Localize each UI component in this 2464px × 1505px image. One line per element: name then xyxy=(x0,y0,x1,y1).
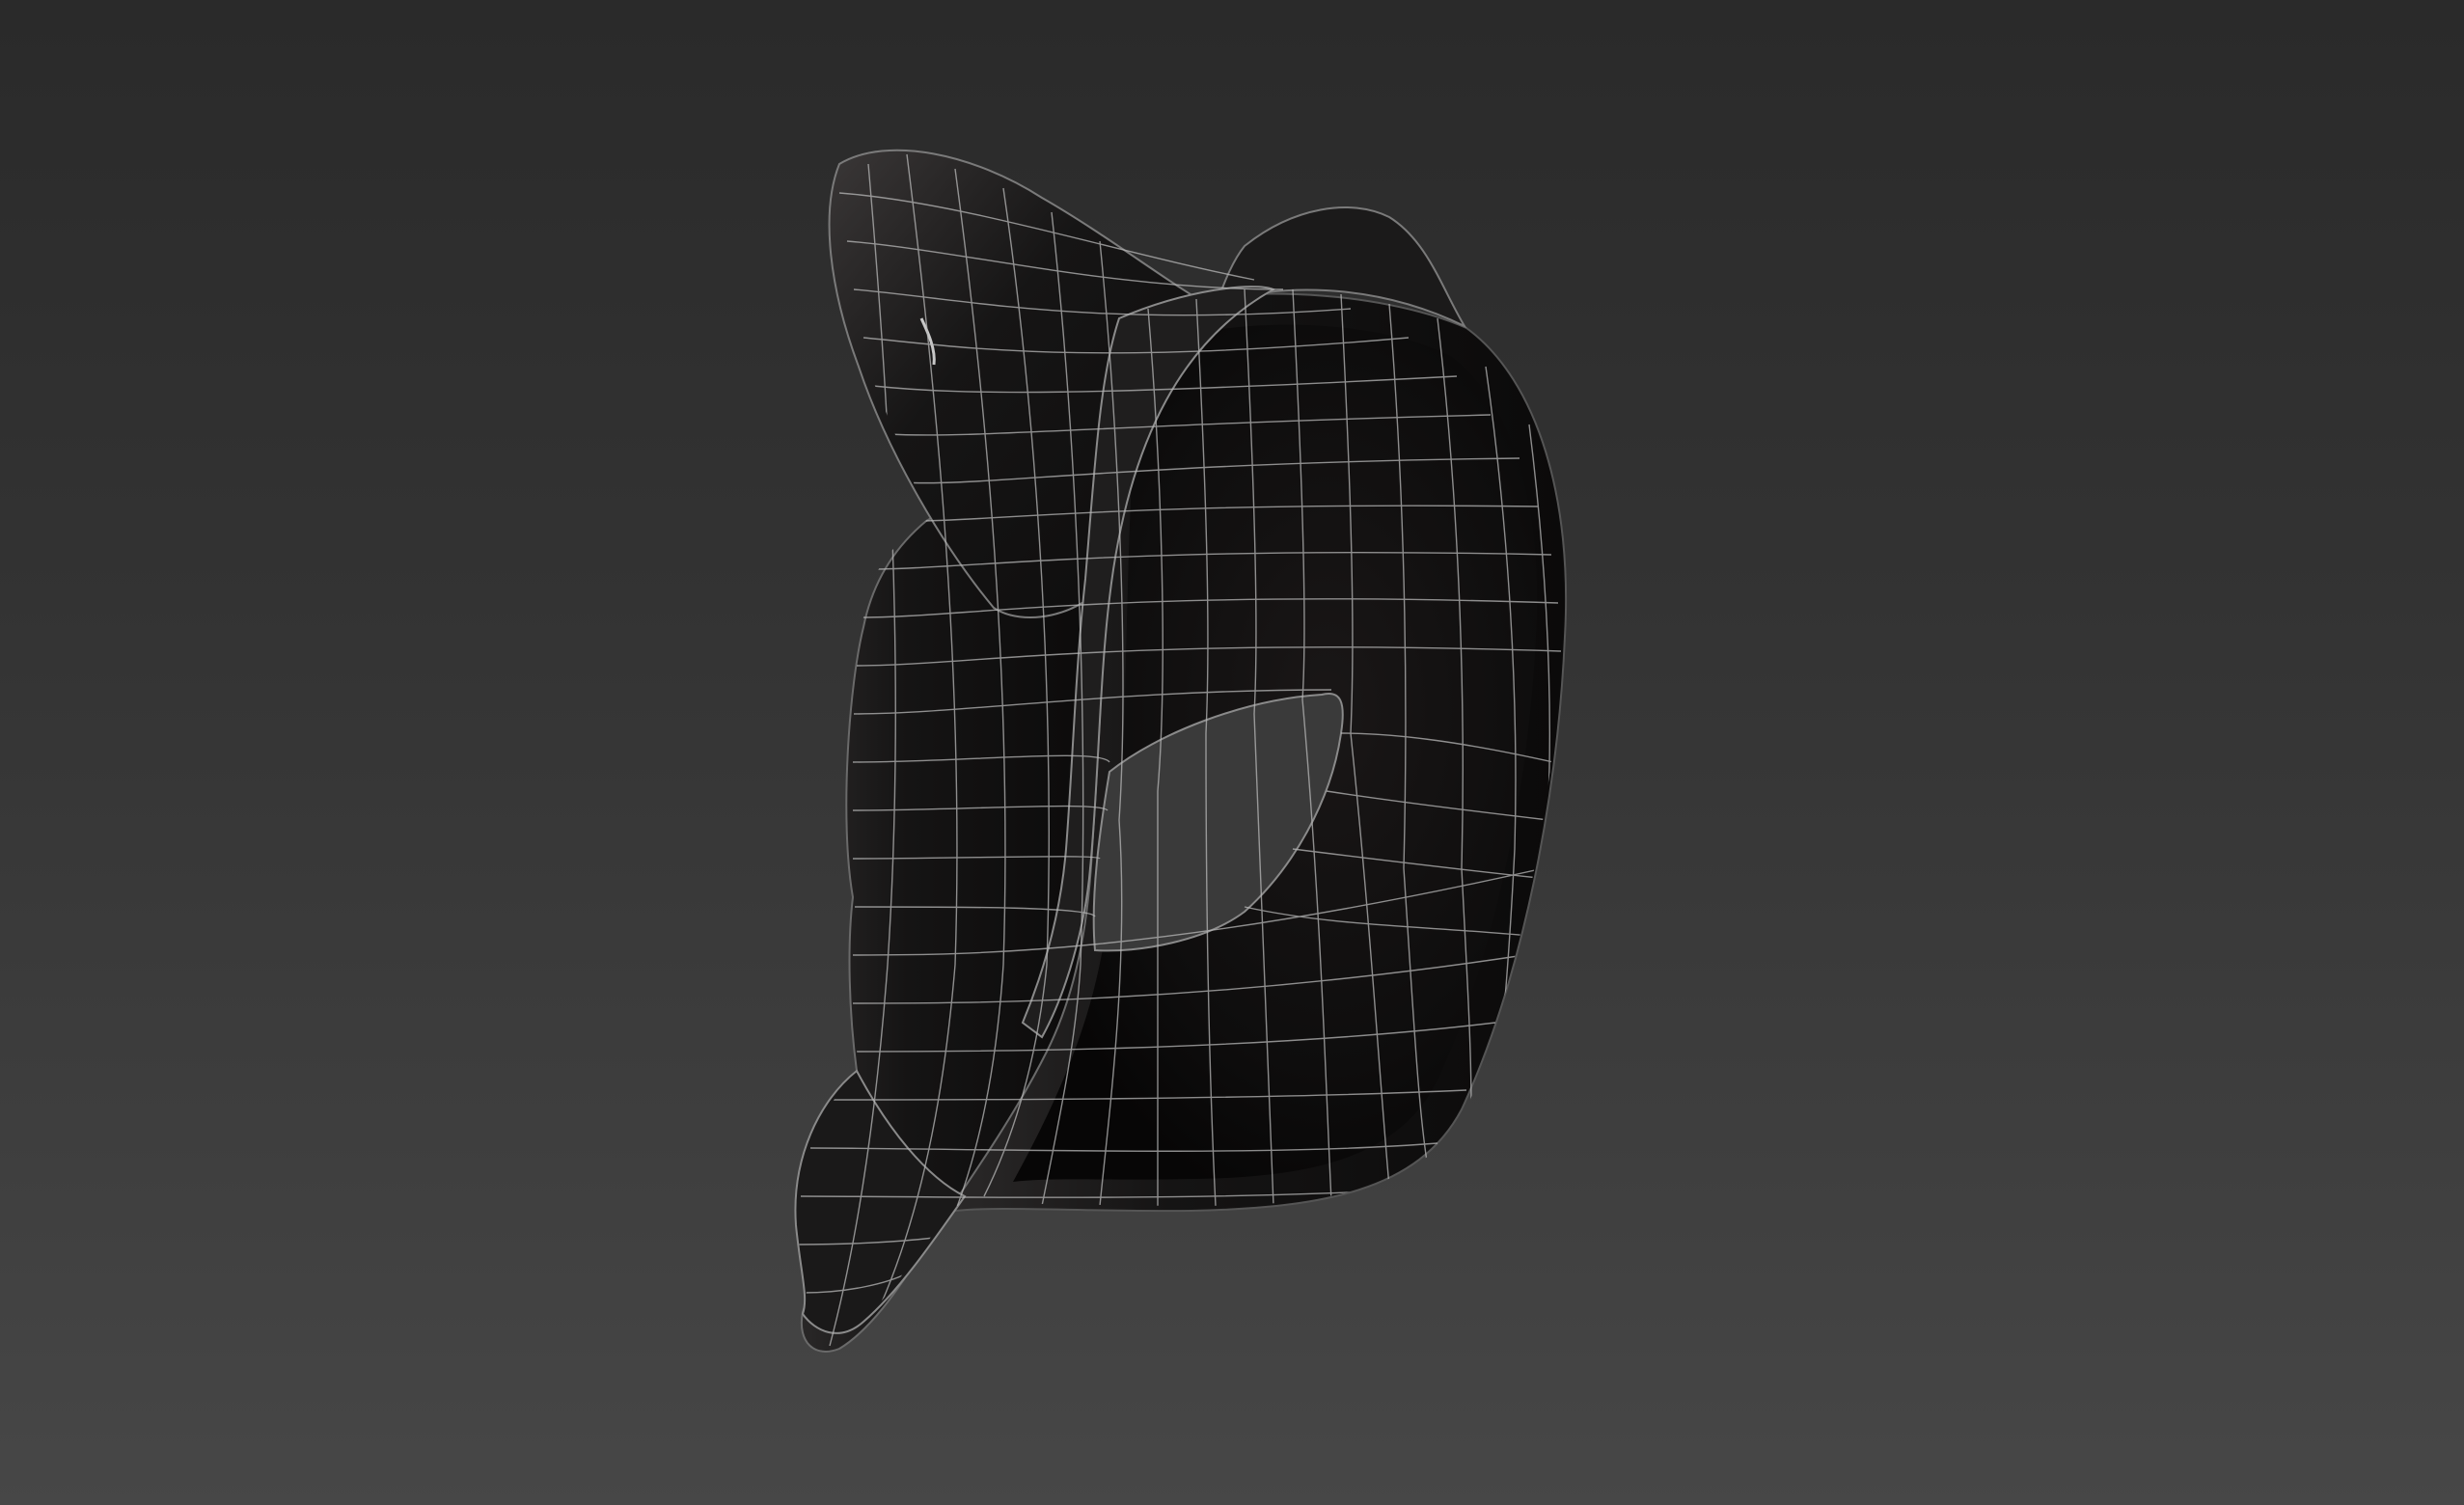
mask-model[interactable] xyxy=(794,149,1568,1353)
viewport-canvas xyxy=(794,149,1568,1353)
3d-viewport[interactable] xyxy=(0,0,2464,1505)
